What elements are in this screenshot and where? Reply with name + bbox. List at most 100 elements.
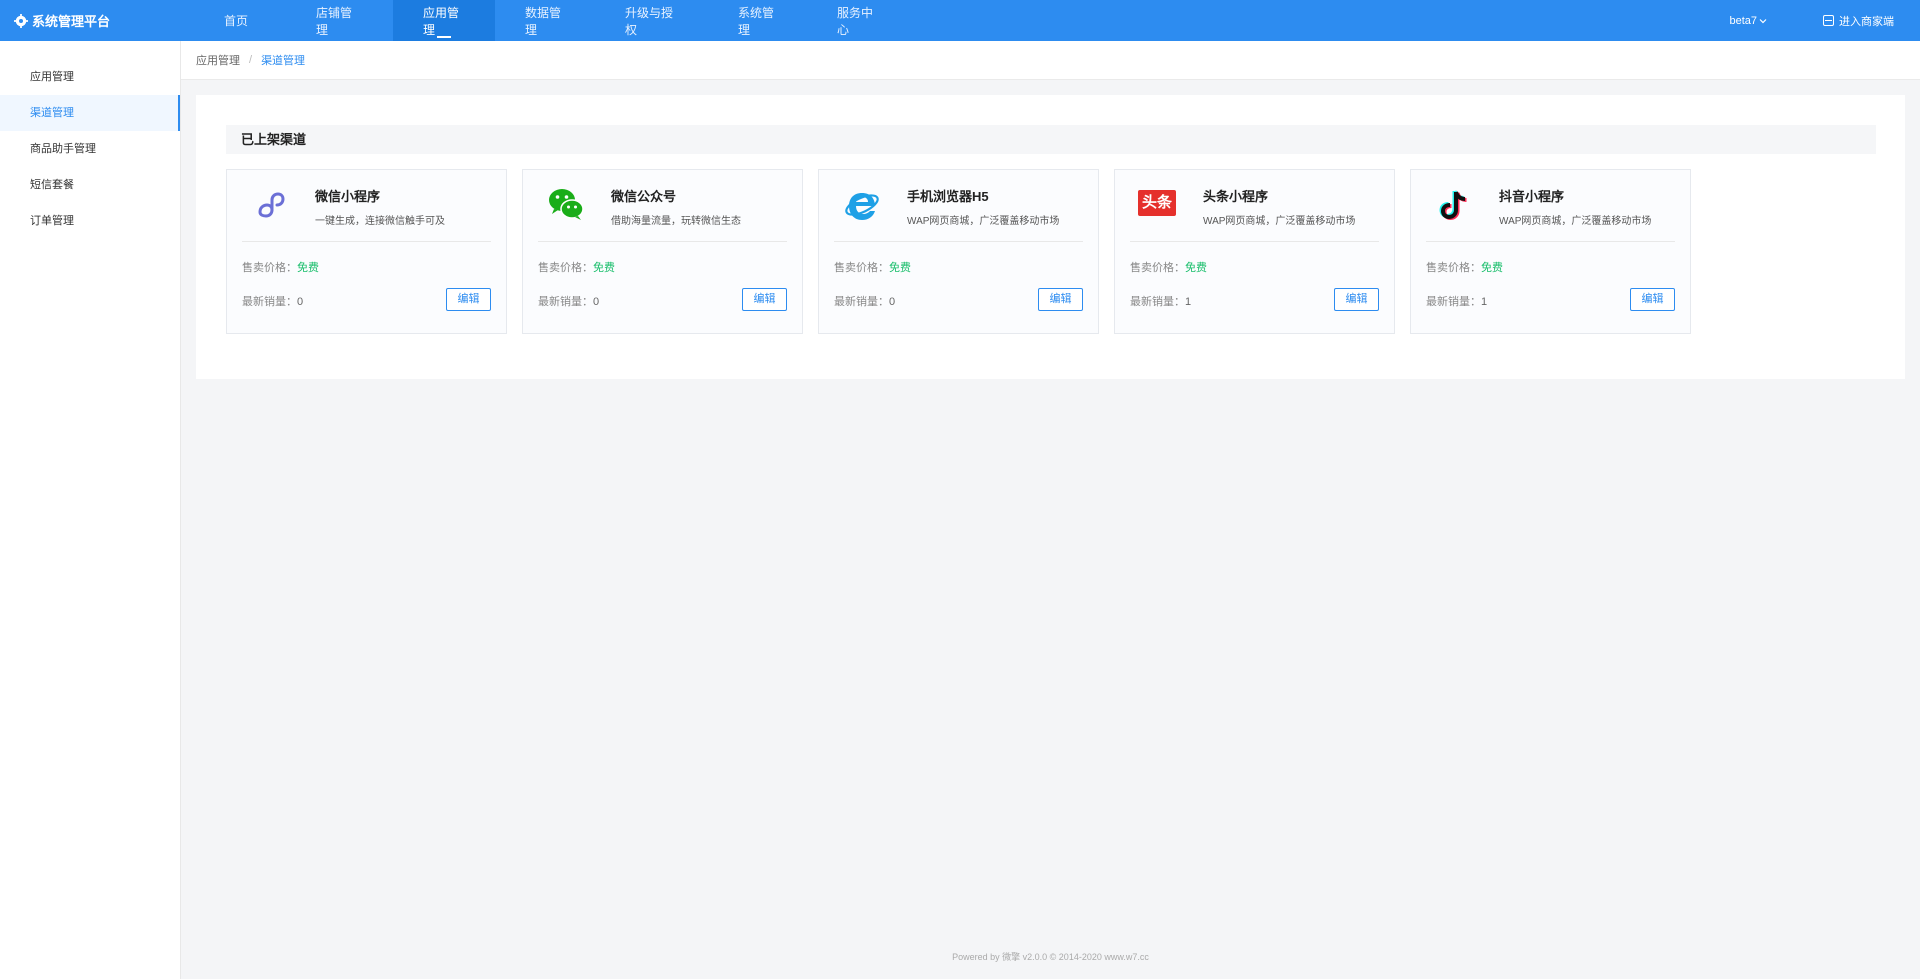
channel-price: 售卖价格：免费 (242, 259, 319, 275)
price-label: 售卖价格： (834, 262, 889, 274)
nav-label: 升级与授权 (625, 5, 674, 37)
sales-label: 最新销量： (1130, 296, 1185, 308)
nav-label: 应用管理 (423, 5, 460, 37)
sales-label: 最新销量： (242, 296, 297, 308)
sales-label: 最新销量： (834, 296, 889, 308)
top-right-actions: beta7 进入商家端 (1729, 0, 1920, 41)
sales-label: 最新销量： (538, 296, 593, 308)
sidebar-item-sms-package[interactable]: 短信套餐 (0, 167, 180, 203)
edit-button[interactable]: 编辑 (1334, 288, 1379, 311)
channel-price: 售卖价格：免费 (538, 259, 615, 275)
channel-name: 微信小程序 (315, 189, 381, 204)
footer-copyright: Powered by 微擎 v2.0.0 © 2014-2020 www.w7.… (952, 952, 1149, 962)
price-label: 售卖价格： (538, 262, 593, 274)
sidebar: 应用管理 渠道管理 商品助手管理 短信套餐 订单管理 (0, 41, 181, 979)
version-label: beta7 (1729, 14, 1757, 27)
channel-card: 微信小程序 一键生成，连接微信触手可及 售卖价格：免费 最新销量：0 编辑 (226, 169, 507, 334)
nav-home[interactable]: 首页 (186, 0, 286, 41)
channel-desc: WAP网页商城，广泛覆盖移动市场 (907, 216, 1060, 227)
channel-price: 售卖价格：免费 (834, 259, 911, 275)
sidebar-item-channel-management[interactable]: 渠道管理 (0, 95, 180, 131)
channel-sales: 最新销量：0 (538, 293, 599, 309)
sales-value: 0 (593, 296, 600, 308)
nav-label: 服务中心 (837, 5, 874, 37)
channel-sales: 最新销量：0 (242, 293, 303, 309)
nav-label: 数据管理 (525, 5, 562, 37)
miniprogram-icon (258, 192, 285, 218)
channel-name: 头条小程序 (1203, 189, 1269, 204)
section-title: 已上架渠道 (226, 125, 1876, 154)
price-value: 免费 (297, 262, 319, 274)
card-header: 头条 头条小程序 WAP网页商城，广泛覆盖移动市场 (1130, 182, 1379, 242)
nav-upgrade-license[interactable]: 升级与授权 (595, 0, 708, 41)
price-value: 免费 (1185, 262, 1207, 274)
channel-name: 手机浏览器H5 (907, 189, 989, 204)
sales-value: 1 (1185, 296, 1192, 308)
nav-app-management[interactable]: 应用管理 (393, 0, 495, 41)
channel-sales: 最新销量：1 (1426, 293, 1487, 309)
card-header: 微信公众号 借助海量流量，玩转微信生态 (538, 182, 787, 242)
breadcrumb-current: 渠道管理 (261, 55, 306, 67)
sales-value: 0 (297, 296, 304, 308)
breadcrumb: 应用管理 / 渠道管理 (181, 41, 1920, 80)
sidebar-item-product-assistant[interactable]: 商品助手管理 (0, 131, 180, 167)
channel-desc: WAP网页商城，广泛覆盖移动市场 (1499, 216, 1652, 227)
price-label: 售卖价格： (1130, 262, 1185, 274)
nav-data-management[interactable]: 数据管理 (495, 0, 595, 41)
breadcrumb-app-management[interactable]: 应用管理 (196, 52, 240, 68)
douyin-icon (1439, 190, 1467, 221)
channel-name: 微信公众号 (611, 189, 677, 204)
channel-card-list: 微信小程序 一键生成，连接微信触手可及 售卖价格：免费 最新销量：0 编辑 微信… (226, 169, 1706, 334)
edit-button[interactable]: 编辑 (1630, 288, 1675, 311)
card-header: 抖音小程序 WAP网页商城，广泛覆盖移动市场 (1426, 182, 1675, 242)
edit-button[interactable]: 编辑 (1038, 288, 1083, 311)
sales-value: 0 (889, 296, 896, 308)
edit-button[interactable]: 编辑 (742, 288, 787, 311)
main-nav: 首页 店铺管理 应用管理 数据管理 升级与授权 系统管理 服务中心 (186, 0, 911, 41)
nav-system-management[interactable]: 系统管理 (708, 0, 807, 41)
sidebar-item-order-management[interactable]: 订单管理 (0, 203, 180, 239)
browser-e-icon (845, 193, 879, 220)
toutiao-icon-text: 头条 (1141, 194, 1172, 211)
enter-merchant-link[interactable]: 进入商家端 (1823, 13, 1894, 29)
nav-store-management[interactable]: 店铺管理 (286, 0, 393, 41)
channel-price: 售卖价格：免费 (1426, 259, 1503, 275)
channel-card: 微信公众号 借助海量流量，玩转微信生态 售卖价格：免费 最新销量：0 编辑 (522, 169, 803, 334)
channel-desc: 一键生成，连接微信触手可及 (315, 216, 445, 227)
channel-desc: 借助海量流量，玩转微信生态 (611, 216, 741, 227)
toutiao-icon: 头条 (1138, 190, 1176, 216)
edit-button[interactable]: 编辑 (446, 288, 491, 311)
top-navbar: 系统管理平台 首页 店铺管理 应用管理 数据管理 升级与授权 系统管理 服务中心… (0, 0, 1920, 41)
sidebar-item-app-management[interactable]: 应用管理 (0, 59, 180, 95)
merchant-icon (1823, 15, 1834, 26)
nav-service-center[interactable]: 服务中心 (807, 0, 911, 41)
channel-price: 售卖价格：免费 (1130, 259, 1207, 275)
channel-name: 抖音小程序 (1499, 189, 1565, 204)
chevron-down-icon (1759, 18, 1767, 23)
nav-label: 店铺管理 (316, 5, 353, 37)
channel-card: 手机浏览器H5 WAP网页商城，广泛覆盖移动市场 售卖价格：免费 最新销量：0 … (818, 169, 1099, 334)
channels-panel: 已上架渠道 微信小程序 一键生成，连接微信触手可及 售卖价格：免费 最新销量：0… (196, 95, 1905, 379)
price-label: 售卖价格： (242, 262, 297, 274)
version-dropdown[interactable]: beta7 (1729, 15, 1767, 27)
channel-card: 抖音小程序 WAP网页商城，广泛覆盖移动市场 售卖价格：免费 最新销量：1 编辑 (1410, 169, 1691, 334)
gear-icon (14, 13, 28, 28)
nav-label: 首页 (223, 14, 248, 28)
price-value: 免费 (889, 262, 911, 274)
enter-merchant-label: 进入商家端 (1839, 15, 1894, 28)
nav-label: 系统管理 (738, 5, 775, 37)
card-header: 手机浏览器H5 WAP网页商城，广泛覆盖移动市场 (834, 182, 1083, 242)
card-header: 微信小程序 一键生成，连接微信触手可及 (242, 182, 491, 242)
channel-desc: WAP网页商城，广泛覆盖移动市场 (1203, 216, 1356, 227)
channel-card: 头条 头条小程序 WAP网页商城，广泛覆盖移动市场 售卖价格：免费 最新销量：1… (1114, 169, 1395, 334)
wechat-icon (549, 189, 584, 220)
price-value: 免费 (1481, 262, 1503, 274)
sales-value: 1 (1481, 296, 1488, 308)
channel-sales: 最新销量：1 (1130, 293, 1191, 309)
sales-label: 最新销量： (1426, 296, 1481, 308)
breadcrumb-separator: / (249, 54, 253, 66)
brand[interactable]: 系统管理平台 (0, 11, 186, 30)
price-value: 免费 (593, 262, 615, 274)
price-label: 售卖价格： (1426, 262, 1481, 274)
channel-sales: 最新销量：0 (834, 293, 895, 309)
